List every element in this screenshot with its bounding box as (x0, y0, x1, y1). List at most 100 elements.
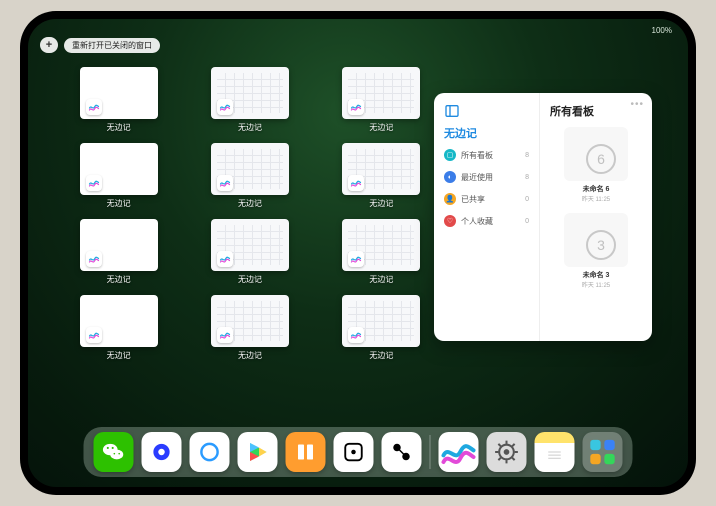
window-thumb[interactable]: 无边记 (60, 67, 177, 133)
scribble-icon: 3 (581, 225, 611, 255)
freeform-icon (217, 175, 233, 191)
window-label: 无边记 (107, 122, 131, 133)
category-icon: ◐ (444, 171, 456, 183)
new-window-button[interactable]: + (40, 37, 58, 53)
freeform-icon (217, 251, 233, 267)
dock-notes-icon[interactable] (535, 432, 575, 472)
board-name: 未命名 3 (550, 270, 642, 280)
window-label: 无边记 (369, 350, 393, 361)
window-label: 无边记 (107, 198, 131, 209)
dock-dice-icon[interactable] (334, 432, 374, 472)
category-icon: ♡ (444, 215, 456, 227)
window-preview (342, 67, 420, 119)
board-preview: 6 (564, 127, 628, 181)
top-toolbar: + 重新打开已关闭的窗口 (40, 37, 160, 53)
window-preview (211, 143, 289, 195)
dock-freeform-icon[interactable] (439, 432, 479, 472)
window-thumb[interactable]: 无边记 (60, 295, 177, 361)
category-2[interactable]: 👤 已共享 0 (444, 193, 529, 205)
freeform-icon (348, 175, 364, 191)
freeform-icon (86, 327, 102, 343)
window-thumb[interactable]: 无边记 (60, 219, 177, 285)
window-thumb[interactable]: 无边记 (60, 143, 177, 209)
reopen-closed-button[interactable]: 重新打开已关闭的窗口 (64, 38, 160, 53)
board-preview: 3 (564, 213, 628, 267)
category-label: 最近使用 (461, 172, 493, 183)
freeform-icon (86, 251, 102, 267)
window-preview (342, 219, 420, 271)
window-thumb[interactable]: 无边记 (323, 143, 440, 209)
window-thumb[interactable]: 无边记 (191, 295, 308, 361)
category-count: 0 (525, 196, 529, 203)
dock-play-icon[interactable] (238, 432, 278, 472)
window-thumb[interactable]: 无边记 (323, 67, 440, 133)
freeform-icon (86, 175, 102, 191)
category-count: 0 (525, 218, 529, 225)
category-label: 已共享 (461, 194, 485, 205)
board-item[interactable]: 3 未命名 3昨天 11:25 (550, 213, 642, 289)
dock-quark-hd-icon[interactable] (142, 432, 182, 472)
screen: 100% + 重新打开已关闭的窗口 无边记无边记无边记无边记无边记无边记无边记无… (28, 19, 688, 487)
window-label: 无边记 (107, 274, 131, 285)
panel-title: 无边记 (444, 125, 529, 141)
svg-text:6: 6 (597, 151, 605, 167)
window-thumb[interactable]: 无边记 (191, 67, 308, 133)
freeform-icon (217, 327, 233, 343)
dock-graph-icon[interactable] (382, 432, 422, 472)
category-3[interactable]: ♡ 个人收藏 0 (444, 215, 529, 227)
dock-books-icon[interactable] (286, 432, 326, 472)
window-label: 无边记 (238, 198, 262, 209)
window-thumb[interactable]: 无边记 (323, 295, 440, 361)
board-name: 未命名 6 (550, 184, 642, 194)
freeform-icon (217, 99, 233, 115)
freeform-panel: 无边记 ▢所有看板8◐最近使用8👤已共享0♡个人收藏0 ••• 所有看板 6未命… (434, 93, 652, 341)
window-preview (211, 219, 289, 271)
dock (84, 427, 633, 477)
window-thumb[interactable]: 无边记 (323, 219, 440, 285)
window-label: 无边记 (369, 122, 393, 133)
category-0[interactable]: ▢所有看板8 (444, 149, 529, 161)
sidebar-toggle-icon[interactable] (444, 103, 460, 119)
svg-text:3: 3 (597, 237, 605, 253)
dock-wechat-icon[interactable] (94, 432, 134, 472)
window-preview (342, 295, 420, 347)
dock-app-library-icon[interactable] (583, 432, 623, 472)
dock-separator (430, 435, 431, 469)
window-preview (211, 295, 289, 347)
board-item[interactable]: 6 未命名 6昨天 11:25 (550, 127, 642, 203)
category-count: 8 (525, 174, 529, 181)
category-1[interactable]: ◐ 最近使用 8 (444, 171, 529, 183)
board-date: 昨天 11:25 (550, 280, 642, 289)
freeform-icon (348, 99, 364, 115)
freeform-icon (86, 99, 102, 115)
dock-settings-icon[interactable] (487, 432, 527, 472)
scribble-icon: 6 (581, 139, 611, 169)
category-icon: 👤 (444, 193, 456, 205)
dock-quark-icon[interactable] (190, 432, 230, 472)
category-icon: ▢ (444, 149, 456, 161)
window-label: 无边记 (107, 350, 131, 361)
window-preview (211, 67, 289, 119)
panel-more-button[interactable]: ••• (630, 99, 644, 110)
panel-content: ••• 所有看板 6未命名 6昨天 11:253未命名 3昨天 11:25 (540, 93, 652, 341)
window-label: 无边记 (238, 122, 262, 133)
window-preview (342, 143, 420, 195)
panel-right-heading: 所有看板 (550, 103, 642, 119)
window-preview (80, 67, 158, 119)
window-preview (80, 295, 158, 347)
window-grid: 无边记无边记无边记无边记无边记无边记无边记无边记无边记无边记无边记无边记 (60, 67, 440, 361)
window-label: 无边记 (238, 350, 262, 361)
status-bar: 100% (28, 23, 688, 37)
window-label: 无边记 (238, 274, 262, 285)
category-label: 个人收藏 (461, 216, 493, 227)
category-label: 所有看板 (461, 150, 493, 161)
window-preview (80, 219, 158, 271)
window-thumb[interactable]: 无边记 (191, 143, 308, 209)
window-label: 无边记 (369, 198, 393, 209)
board-date: 昨天 11:25 (550, 194, 642, 203)
panel-sidebar: 无边记 ▢所有看板8◐最近使用8👤已共享0♡个人收藏0 (434, 93, 540, 341)
window-thumb[interactable]: 无边记 (191, 219, 308, 285)
status-right: 100% (652, 26, 672, 35)
freeform-icon (348, 251, 364, 267)
freeform-icon (348, 327, 364, 343)
